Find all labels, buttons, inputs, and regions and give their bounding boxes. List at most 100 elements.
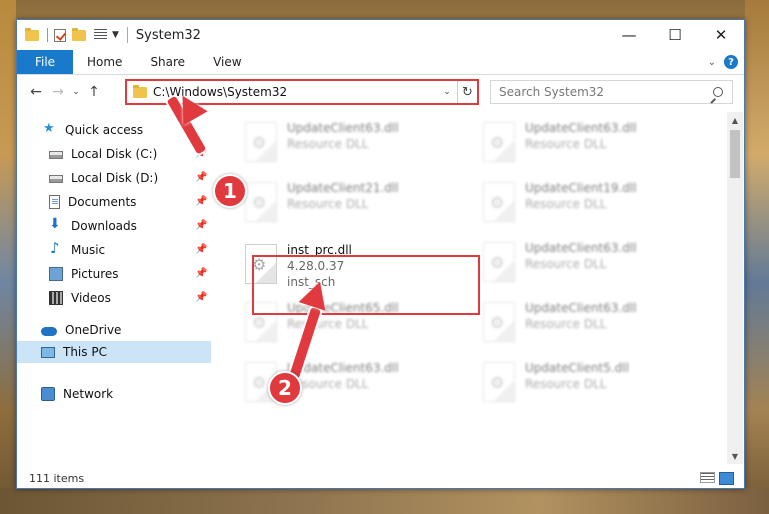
sidebar-item-documents[interactable]: Documents <box>49 192 209 212</box>
up-arrow-icon[interactable]: ↑ <box>83 84 105 100</box>
properties-list-icon[interactable] <box>94 29 107 41</box>
drive-icon <box>49 175 63 183</box>
desktop-background-right <box>745 0 769 514</box>
expand-ribbon-chevron-icon[interactable]: ⌄ <box>708 57 716 68</box>
sidebar-item-label: Pictures <box>71 267 119 281</box>
file-highlight-box <box>252 255 480 315</box>
this-pc-icon <box>41 346 55 358</box>
navigation-pane: Quick access Local Disk (C:) 📌 Local Dis… <box>17 112 211 464</box>
file-type: Resource DLL <box>525 377 607 391</box>
window-controls: — ☐ ✕ <box>606 20 744 50</box>
file-name: UpdateClient19.dll <box>525 181 637 195</box>
details-view-icon[interactable] <box>700 472 715 483</box>
search-icon[interactable] <box>713 87 723 97</box>
tab-file[interactable]: File <box>17 50 73 74</box>
file-name: UpdateClient21.dll <box>287 181 399 195</box>
sidebar-item-label: Local Disk (D:) <box>71 171 159 185</box>
sidebar-item-local-disk-d[interactable]: Local Disk (D:) <box>49 168 209 188</box>
file-type: Resource DLL <box>287 197 369 211</box>
file-name: UpdateClient63.dll <box>525 301 637 315</box>
file-type: Resource DLL <box>525 257 607 271</box>
sidebar-item-this-pc[interactable]: This PC <box>17 341 211 363</box>
folder-icon <box>133 84 147 98</box>
ribbon-tabs: File Home Share View ⌄ ? <box>17 50 744 75</box>
file-tile[interactable]: UpdateClient5.dll Resource DLL <box>479 356 699 410</box>
sidebar-item-onedrive[interactable]: OneDrive <box>41 320 201 340</box>
file-type: Resource DLL <box>525 197 607 211</box>
sidebar-item-label: Documents <box>68 195 137 209</box>
dll-file-icon <box>245 122 277 162</box>
refresh-icon[interactable]: ↻ <box>457 81 477 103</box>
scroll-up-arrow-icon[interactable]: ▲ <box>727 112 743 128</box>
pictures-icon <box>49 267 63 281</box>
pin-icon[interactable]: 📌 <box>195 196 207 207</box>
file-tile[interactable]: UpdateClient19.dll Resource DLL <box>479 176 699 230</box>
sidebar-item-downloads[interactable]: Downloads <box>49 216 209 236</box>
pin-icon[interactable]: 📌 <box>195 172 207 183</box>
pin-icon[interactable]: 📌 <box>195 268 207 279</box>
tab-view[interactable]: View <box>199 50 255 74</box>
back-arrow-icon[interactable]: ← <box>25 84 47 100</box>
title-divider <box>126 27 128 43</box>
dll-file-icon <box>483 362 515 402</box>
address-dropdown-icon[interactable]: ⌄ <box>437 87 457 97</box>
file-tile[interactable]: UpdateClient63.dll Resource DLL <box>479 236 699 290</box>
customize-toolbar-dropdown-icon[interactable]: ▼ <box>112 30 119 40</box>
file-type: Resource DLL <box>287 137 369 151</box>
file-tile[interactable]: UpdateClient63.dll Resource DLL <box>479 116 699 170</box>
file-tile[interactable]: UpdateClient21.dll Resource DLL <box>241 176 461 230</box>
pin-icon[interactable]: 📌 <box>195 244 207 255</box>
star-icon <box>43 121 57 137</box>
sidebar-item-label: Downloads <box>71 219 137 233</box>
sidebar-item-label: Videos <box>71 291 111 305</box>
file-type: Resource DLL <box>525 137 607 151</box>
file-name: UpdateClient63.dll <box>525 121 637 135</box>
step-badge-2: 2 <box>268 371 302 405</box>
maximize-button[interactable]: ☐ <box>652 20 698 50</box>
forward-arrow-icon[interactable]: → <box>47 84 69 100</box>
file-tile[interactable]: UpdateClient63.dll Resource DLL <box>479 296 699 350</box>
sidebar-item-pictures[interactable]: Pictures <box>49 264 209 284</box>
title-bar: ▼ System32 — ☐ ✕ <box>17 20 744 50</box>
sidebar-item-label: Network <box>63 387 114 401</box>
minimize-button[interactable]: — <box>606 20 652 50</box>
pin-icon[interactable]: 📌 <box>195 220 207 231</box>
file-type: Resource DLL <box>525 317 607 331</box>
new-folder-icon[interactable] <box>72 27 86 41</box>
file-tile[interactable]: UpdateClient63.dll Resource DLL <box>241 116 461 170</box>
sidebar-item-label: Local Disk (C:) <box>71 147 158 161</box>
sidebar-item-network[interactable]: Network <box>41 384 201 404</box>
file-name: UpdateClient5.dll <box>525 361 629 375</box>
downloads-icon <box>49 216 63 233</box>
pin-icon[interactable]: 📌 <box>195 292 207 303</box>
toolbar-divider <box>47 28 48 42</box>
search-placeholder: Search System32 <box>499 85 605 99</box>
sidebar-item-videos[interactable]: Videos <box>49 288 209 308</box>
sidebar-item-label: Quick access <box>65 123 144 137</box>
scroll-thumb[interactable] <box>730 130 740 178</box>
documents-icon <box>49 195 60 209</box>
close-button[interactable]: ✕ <box>698 20 744 50</box>
view-switcher <box>700 472 744 485</box>
dll-file-icon <box>483 242 515 282</box>
tiles-view-icon[interactable] <box>719 472 734 485</box>
window-title: System32 <box>135 27 201 43</box>
dll-file-icon <box>245 182 277 222</box>
file-name: UpdateClient63.dll <box>525 241 637 255</box>
videos-icon <box>49 291 63 305</box>
scroll-down-arrow-icon[interactable]: ▼ <box>727 448 743 464</box>
help-icon[interactable]: ? <box>724 55 738 69</box>
recent-locations-chevron-icon[interactable]: ⌄ <box>69 87 83 97</box>
properties-check-icon[interactable] <box>54 28 66 42</box>
sidebar-item-label: Music <box>71 243 106 257</box>
sidebar-item-local-disk-c[interactable]: Local Disk (C:) <box>49 144 209 164</box>
search-input[interactable]: Search System32 <box>490 80 733 104</box>
vertical-scrollbar[interactable]: ▲ ▼ <box>727 112 743 464</box>
dll-file-icon <box>483 302 515 342</box>
tab-share[interactable]: Share <box>136 50 199 74</box>
onedrive-icon <box>41 327 57 336</box>
address-row: ← → ⌄ ↑ C:\Windows\System32 ⌄ ↻ Search S… <box>17 76 744 108</box>
sidebar-item-music[interactable]: Music <box>49 239 209 260</box>
tab-home[interactable]: Home <box>73 50 136 74</box>
status-bar: 111 items <box>17 469 744 488</box>
